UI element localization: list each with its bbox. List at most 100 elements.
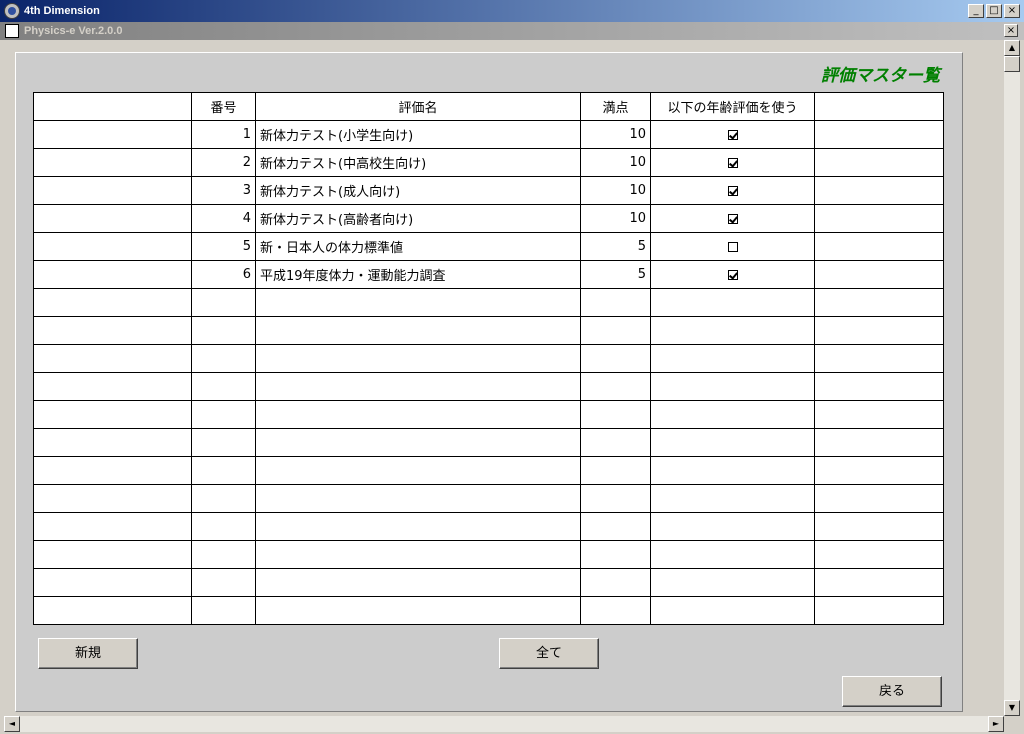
column-header-name[interactable]: 評価名	[255, 92, 581, 121]
cell-blank	[814, 484, 944, 513]
cell-name	[255, 512, 581, 541]
table-row[interactable]: 2 新体力テスト(中高校生向け) 10	[33, 148, 944, 177]
minimize-button[interactable]: _	[968, 4, 984, 18]
scroll-right-icon[interactable]: ►	[988, 716, 1004, 732]
cell-use-age-eval	[650, 568, 815, 597]
cell-max-score: 10	[580, 148, 651, 177]
table-row[interactable]	[33, 540, 944, 569]
cell-use-age-eval	[650, 512, 815, 541]
cell-blank	[33, 344, 192, 373]
cell-max-score	[580, 596, 651, 625]
window-controls: _ □ ×	[968, 4, 1020, 18]
vertical-scrollbar[interactable]: ▲ ▼	[1004, 40, 1020, 716]
cell-blank	[33, 288, 192, 317]
cell-number	[191, 316, 256, 345]
column-header[interactable]	[33, 92, 192, 121]
cell-max-score	[580, 372, 651, 401]
cell-max-score	[580, 344, 651, 373]
cell-number	[191, 596, 256, 625]
back-button[interactable]: 戻る	[842, 676, 942, 707]
document-close-button[interactable]: ×	[1004, 24, 1018, 37]
cell-use-age-eval	[650, 484, 815, 513]
cell-name	[255, 288, 581, 317]
cell-use-age-eval	[650, 372, 815, 401]
table-header-row: 番号 評価名 満点 以下の年齢評価を使う	[33, 92, 944, 121]
cell-blank	[33, 204, 192, 233]
cell-max-score: 5	[580, 232, 651, 261]
cell-number	[191, 288, 256, 317]
cell-name: 新体力テスト(小学生向け)	[255, 120, 581, 149]
cell-blank	[33, 428, 192, 457]
cell-use-age-eval	[650, 120, 815, 149]
scroll-up-icon[interactable]: ▲	[1004, 40, 1020, 56]
table-row[interactable]	[33, 372, 944, 401]
cell-number: 4	[191, 204, 256, 233]
table-row[interactable]	[33, 288, 944, 317]
app-titlebar: 4th Dimension _ □ ×	[0, 0, 1024, 22]
table-row[interactable]	[33, 400, 944, 429]
cell-number	[191, 400, 256, 429]
cell-name	[255, 540, 581, 569]
table-row[interactable]	[33, 484, 944, 513]
use-age-checkbox[interactable]	[727, 269, 738, 280]
use-age-checkbox[interactable]	[727, 213, 738, 224]
cell-name: 新体力テスト(中高校生向け)	[255, 148, 581, 177]
cell-blank	[814, 372, 944, 401]
table-row[interactable]: 4 新体力テスト(高齢者向け) 10	[33, 204, 944, 233]
use-age-checkbox[interactable]	[727, 129, 738, 140]
cell-blank	[814, 540, 944, 569]
column-header-use-age-eval[interactable]: 以下の年齢評価を使う	[650, 92, 815, 121]
cell-max-score	[580, 428, 651, 457]
cell-use-age-eval	[650, 400, 815, 429]
cell-blank	[33, 176, 192, 205]
cell-number	[191, 428, 256, 457]
table-row[interactable]	[33, 344, 944, 373]
table-row[interactable]	[33, 316, 944, 345]
cell-blank	[814, 596, 944, 625]
app-icon	[4, 3, 20, 19]
table-row[interactable]: 5 新・日本人の体力標準値 5	[33, 232, 944, 261]
cell-number	[191, 568, 256, 597]
table-row[interactable]: 6 平成19年度体力・運動能力調査 5	[33, 260, 944, 289]
maximize-button[interactable]: □	[986, 4, 1002, 18]
cell-max-score: 10	[580, 120, 651, 149]
table-row[interactable]: 3 新体力テスト(成人向け) 10	[33, 176, 944, 205]
vertical-scroll-thumb[interactable]	[1004, 56, 1020, 72]
table-row[interactable]: 1 新体力テスト(小学生向け) 10	[33, 120, 944, 149]
cell-blank	[814, 456, 944, 485]
table-row[interactable]	[33, 568, 944, 597]
all-button[interactable]: 全て	[499, 638, 599, 669]
cell-number: 2	[191, 148, 256, 177]
column-header-max-score[interactable]: 満点	[580, 92, 651, 121]
cell-blank	[33, 484, 192, 513]
close-button[interactable]: ×	[1004, 4, 1020, 18]
cell-name: 新・日本人の体力標準値	[255, 232, 581, 261]
scroll-left-icon[interactable]: ◄	[4, 716, 20, 732]
cell-blank	[814, 288, 944, 317]
table-row[interactable]	[33, 456, 944, 485]
use-age-checkbox[interactable]	[727, 157, 738, 168]
cell-max-score: 10	[580, 176, 651, 205]
cell-use-age-eval	[650, 148, 815, 177]
table-row[interactable]	[33, 512, 944, 541]
cell-blank	[33, 316, 192, 345]
cell-name	[255, 372, 581, 401]
column-header[interactable]	[814, 92, 944, 121]
table-row[interactable]	[33, 428, 944, 457]
evaluation-table: 番号 評価名 満点 以下の年齢評価を使う 1 新体力テスト(小学生向け) 10 2 新体…	[33, 92, 944, 625]
cell-blank	[814, 512, 944, 541]
cell-number	[191, 512, 256, 541]
cell-use-age-eval	[650, 596, 815, 625]
cell-name	[255, 316, 581, 345]
new-button[interactable]: 新規	[38, 638, 138, 669]
column-header-number[interactable]: 番号	[191, 92, 256, 121]
scroll-down-icon[interactable]: ▼	[1004, 700, 1020, 716]
cell-name	[255, 484, 581, 513]
table-row[interactable]	[33, 596, 944, 625]
horizontal-scrollbar[interactable]: ◄ ►	[4, 716, 1004, 732]
cell-name	[255, 344, 581, 373]
main-panel: 評価マスター覧 番号 評価名 満点 以下の年齢評価を使う 1 新体力テスト(小学生…	[15, 52, 963, 712]
cell-blank	[33, 232, 192, 261]
use-age-checkbox[interactable]	[727, 185, 738, 196]
use-age-checkbox[interactable]	[727, 241, 738, 252]
